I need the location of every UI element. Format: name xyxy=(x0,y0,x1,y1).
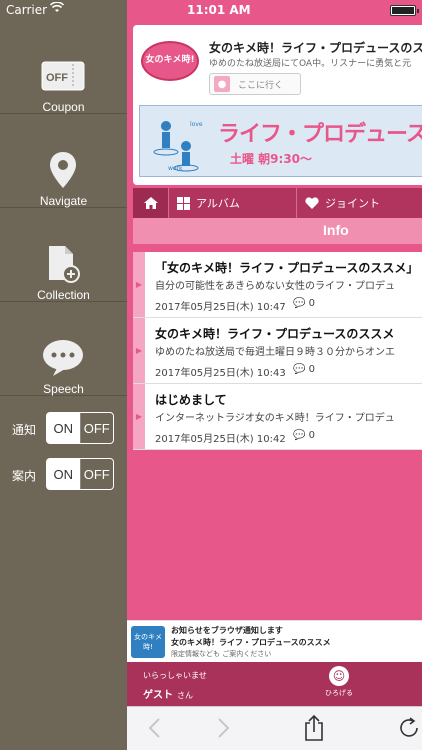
home-icon xyxy=(143,196,159,210)
post-list: ▶ 「女のキメ時！ライフ・プロデュースのススメ」 自分の可能性をあきらめない女性… xyxy=(133,252,422,450)
banner-airtime: 土曜 朝9:30〜 xyxy=(230,152,313,166)
post-date: 2017年05月25日(木) 10:47 xyxy=(155,302,286,313)
smiley-icon: ☺ xyxy=(329,666,349,686)
app-logo: 女のキメ時! xyxy=(141,41,199,81)
speech-bubble-icon xyxy=(38,338,88,378)
sidebar-item-label: Collection xyxy=(37,288,90,302)
sidebar-item-label: Navigate xyxy=(39,194,88,208)
sidebar-item-speech[interactable]: Speech xyxy=(0,302,127,396)
battery-icon xyxy=(390,5,419,16)
banner-title: ライフ・プロデュースのススメ xyxy=(218,122,422,147)
list-item[interactable]: ▶ 「女のキメ時！ライフ・プロデュースのススメ」 自分の可能性をあきらめない女性… xyxy=(133,252,422,318)
map-pin-icon: ● xyxy=(214,76,230,92)
tab-album[interactable]: アルバム xyxy=(169,188,297,218)
guest-bar: いらっしゃいませ ゲスト さん ☺ ひろげる xyxy=(127,662,422,706)
go-here-label: ここに行く xyxy=(238,80,284,91)
comment-icon: 💬 xyxy=(293,364,306,375)
clock: 11:01 AM xyxy=(187,3,251,17)
heart-icon xyxy=(305,197,319,209)
toggle-off-option[interactable]: OFF xyxy=(80,413,113,443)
toggle-label: 案内 xyxy=(12,469,37,483)
notice-logo: 女のキメ時! xyxy=(131,626,165,658)
expand-label: ひろげる xyxy=(325,689,353,697)
notification-toggle-row: 通知 ON OFF xyxy=(0,412,127,446)
sidebar-item-navigate[interactable]: Navigate xyxy=(0,114,127,208)
post-excerpt: インターネットラジオ女のキメ時！ライフ・プロデュ xyxy=(155,413,395,424)
main-panel: 女のキメ時! 女のキメ時！ライフ・プロデュースのススメ ゆめのたね放送局にてOA… xyxy=(127,0,422,750)
chevron-right-icon: ▶ xyxy=(133,318,145,383)
svg-text:work: work xyxy=(168,165,183,172)
comment-count: 💬 0 xyxy=(293,364,316,375)
location-pin-icon xyxy=(38,150,88,190)
guide-toggle-row: 案内 ON OFF xyxy=(0,458,127,492)
sidebar: OFF Coupon Navigate Collection Speech 通知… xyxy=(0,0,127,750)
wifi-icon xyxy=(49,1,65,16)
notice-line: 女のキメ時！ライフ・プロデュースのススメ xyxy=(171,638,331,647)
comment-count: 💬 0 xyxy=(293,298,316,309)
sidebar-item-label: Speech xyxy=(43,382,84,396)
app-title: 女のキメ時！ライフ・プロデュースのススメ xyxy=(209,41,422,55)
svg-text:OFF: OFF xyxy=(46,72,68,84)
status-bar: Carrier 11:01 AM xyxy=(0,0,422,20)
post-title: 女のキメ時！ライフ・プロデュースのススメ xyxy=(155,327,395,341)
tab-bar: アルバム ジョイント xyxy=(133,188,422,218)
tab-home[interactable] xyxy=(133,188,169,218)
reload-icon[interactable] xyxy=(397,716,421,745)
tab-label: アルバム xyxy=(196,197,240,210)
notification-toggle[interactable]: ON OFF xyxy=(46,412,114,444)
back-icon[interactable] xyxy=(147,717,161,744)
sidebar-item-label: Coupon xyxy=(42,100,85,114)
banner-illustration: love work xyxy=(153,121,203,172)
svg-text:love: love xyxy=(190,121,203,128)
toggle-on-option[interactable]: ON xyxy=(47,459,81,489)
share-icon[interactable] xyxy=(303,714,325,747)
sidebar-item-coupon[interactable]: OFF Coupon xyxy=(0,20,127,114)
post-date: 2017年05月25日(木) 10:43 xyxy=(155,368,286,379)
go-here-button[interactable]: ● ここに行く xyxy=(209,73,301,95)
app-subtitle: ゆめのたね放送局にてOA中。リスナーに勇気と元 xyxy=(209,59,412,69)
info-title: Info xyxy=(323,222,349,238)
add-document-icon xyxy=(38,244,88,284)
post-date: 2017年05月25日(木) 10:42 xyxy=(155,434,286,445)
greeting: いらっしゃいませ xyxy=(143,671,207,680)
info-header: Info xyxy=(133,218,422,244)
grid-icon xyxy=(177,196,190,210)
header-card: 女のキメ時! 女のキメ時！ライフ・プロデュースのススメ ゆめのたね放送局にてOA… xyxy=(133,25,422,185)
chevron-right-icon: ▶ xyxy=(133,252,145,317)
toggle-off-option[interactable]: OFF xyxy=(80,459,113,489)
list-item[interactable]: ▶ 女のキメ時！ライフ・プロデュースのススメ ゆめのたね放送局で毎週土曜日９時３… xyxy=(133,318,422,384)
comment-count: 💬 0 xyxy=(293,430,316,441)
program-banner[interactable]: love work ライフ・プロデュースのススメ 土曜 朝9:30〜 xyxy=(139,105,422,177)
notice-line: お知らせをブラウザ通知します xyxy=(171,626,283,635)
post-title: はじめまして xyxy=(155,393,227,407)
coupon-icon: OFF xyxy=(38,56,88,96)
chevron-right-icon: ▶ xyxy=(133,384,145,449)
post-title: 「女のキメ時！ライフ・プロデュースのススメ」 xyxy=(155,261,419,275)
comment-icon: 💬 xyxy=(293,430,306,441)
tab-label: ジョイント xyxy=(325,197,380,210)
carrier-label: Carrier xyxy=(6,3,48,17)
browser-toolbar xyxy=(127,706,422,750)
sidebar-item-collection[interactable]: Collection xyxy=(0,208,127,302)
forward-icon[interactable] xyxy=(217,717,231,744)
guide-toggle[interactable]: ON OFF xyxy=(46,458,114,490)
list-item[interactable]: ▶ はじめまして インターネットラジオ女のキメ時！ライフ・プロデュ 2017年0… xyxy=(133,384,422,450)
post-excerpt: 自分の可能性をあきらめない女性のライフ・プロデュ xyxy=(155,281,395,292)
notice-line: 限定情報なども ご案内ください xyxy=(171,650,272,658)
comment-icon: 💬 xyxy=(293,298,306,309)
browser-notification-banner[interactable]: 女のキメ時! お知らせをブラウザ通知します 女のキメ時！ライフ・プロデュースのス… xyxy=(127,620,422,662)
post-excerpt: ゆめのたね放送局で毎週土曜日９時３０分からオンエ xyxy=(155,347,395,358)
expand-button[interactable]: ☺ ひろげる xyxy=(319,666,359,698)
toggle-label: 通知 xyxy=(12,423,37,437)
tab-joint[interactable]: ジョイント xyxy=(297,188,422,218)
guest-name: ゲスト さん xyxy=(143,690,193,701)
toggle-on-option[interactable]: ON xyxy=(47,413,81,443)
